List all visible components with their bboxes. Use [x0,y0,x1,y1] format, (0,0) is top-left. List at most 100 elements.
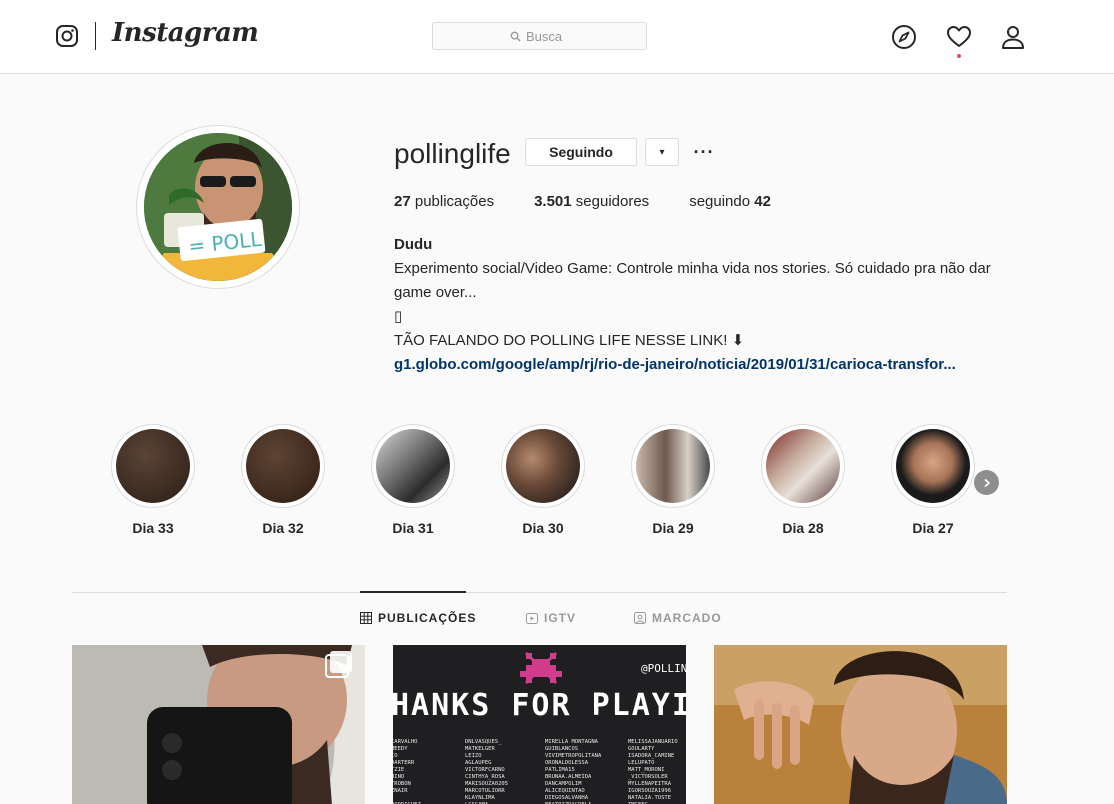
highlight-item[interactable]: Dia 29 [623,424,723,536]
highlight-thumbnail [766,429,840,503]
supporter-name: MARISOUZA0205 [465,781,508,787]
instagram-wordmark[interactable]: Instagram [112,18,259,48]
post-thumbnail[interactable]: @POLLIN HANKS FOR PLAYIN CARVALHO DNLVASQ… [393,645,686,804]
highlight-thumbnail [376,429,450,503]
supporter-name: DIEGOSALVANHA [545,795,589,801]
highlight-thumbnail [506,429,580,503]
bio-text: Experimento social/Video Game: Controle … [394,260,991,301]
supporter-name: NATALIA.TOSTE [628,795,671,801]
supporter-name: KLAYNLIMA [465,795,495,801]
profile-username: pollinglife [394,138,511,169]
highlight-thumbnail [246,429,320,503]
tab-igtv[interactable]: IGTV [526,611,576,625]
supporter-name: _VICTORSOLER [628,774,668,780]
supporter-name: VICTORFCARNO [465,767,505,773]
supporter-name: ALICEQUINTAO [545,788,585,794]
top-navigation-bar: Instagram [0,0,1114,74]
grid-icon [360,612,372,624]
supporter-name: MELISSAJANUARIO [628,739,678,745]
highlight-thumbnail [636,429,710,503]
bio-name: Dudu [394,236,433,253]
supporter-name: IGORSOUZA1996 [628,788,671,794]
bio-symbol: ▯ [394,308,403,325]
followers-stat[interactable]: 3.501 seguidores [534,193,649,210]
profile-bio: Dudu Experimento social/Video Game: Cont… [394,233,1004,377]
supporter-name: MATT_MORONI [628,767,664,773]
user-icon[interactable] [1000,24,1026,50]
highlight-label: Dia 27 [912,520,954,536]
posts-stat: 27 publicações [394,193,495,210]
igtv-icon [526,613,538,624]
tab-posts[interactable]: PUBLICAÇÕES [360,611,476,625]
supporter-name: DNLVASQUES_ [465,739,502,745]
notification-dot [957,54,961,58]
post2-handle: @POLLIN [641,662,686,675]
highlight-item[interactable]: Dia 27 [883,424,983,536]
supporter-name: TROBON [393,781,411,787]
story-highlights: Dia 33 Dia 32 Dia 31 Dia 30 Dia 29 Dia 2… [100,424,1010,544]
supporter-name: LEIZO [465,753,482,759]
profile-avatar[interactable]: = POLL [136,125,300,289]
highlight-label: Dia 33 [132,520,174,536]
supporter-name: DANCAMPOLIM [545,781,582,787]
bio-callout: TÃO FALANDO DO POLLING LIFE NESSE LINK! … [394,332,745,349]
highlight-label: Dia 29 [652,520,694,536]
compass-icon[interactable] [891,24,917,50]
multiple-photos-icon [330,651,352,673]
supporter-name: MEEDY [393,746,408,752]
highlight-item[interactable]: Dia 30 [493,424,593,536]
following-button[interactable]: Seguindo [525,138,637,166]
supporter-name: DARTERR [393,760,415,766]
logo-divider [95,22,96,50]
heart-icon[interactable] [946,24,972,58]
supporter-name: CINTHYA_ROSA [465,774,505,780]
search-input[interactable] [526,29,606,44]
highlight-item[interactable]: Dia 28 [753,424,853,536]
supporter-name: ISADORA_CAMINE [628,753,674,759]
supporter-name: TZIE [393,767,404,773]
highlight-item[interactable]: Dia 33 [103,424,203,536]
tagged-icon [634,612,646,624]
highlight-label: Dia 28 [782,520,824,536]
supporter-name: BINO [393,774,404,780]
supporter-name: ZNAIR [393,788,408,794]
supporter-name: MYLLENAPEITRA [628,781,672,787]
supporter-name: GOULARTY [628,746,655,752]
highlight-thumbnail [896,429,970,503]
post-thumbnail[interactable] [72,645,365,804]
supporter-name: BRUNAA.ALMEIDA [545,774,592,780]
chevron-right-icon [983,478,990,487]
post2-title: HANKS FOR PLAYIN [393,688,686,723]
highlight-thumbnail [116,429,190,503]
active-tab-indicator [360,591,466,593]
supporter-name: CARVALHO [393,739,418,745]
avatar-photo: = POLL [144,133,292,281]
supporter-name: AGLAUPEG [465,760,492,766]
supporter-name: MARCOTULIORR [465,788,505,794]
highlight-label: Dia 32 [262,520,304,536]
supporter-name: VIVIMETROPOLITANA [545,753,602,759]
highlight-item[interactable]: Dia 32 [233,424,333,536]
supporter-name: IO [393,753,398,759]
profile-stats: 27 publicações 3.501 seguidores seguindo… [394,193,811,210]
highlight-label: Dia 30 [522,520,564,536]
post-thumbnail[interactable] [714,645,1007,804]
highlight-item[interactable]: Dia 31 [363,424,463,536]
instagram-glyph-icon[interactable] [55,24,79,48]
tab-tagged[interactable]: MARCADO [634,611,722,625]
bio-link[interactable]: g1.globo.com/google/amp/rj/rio-de-janeir… [394,353,999,377]
tabs-divider [72,592,1007,593]
search-icon [510,31,521,42]
highlight-label: Dia 31 [392,520,434,536]
search-box[interactable] [432,22,647,50]
following-stat[interactable]: seguindo 42 [689,193,771,210]
supporter-name: ORONALDOLESSA [545,760,589,766]
more-options-button[interactable]: ··· [692,140,716,164]
supporter-name: MATKELGER [465,746,495,752]
supporter-name: GUIBLANCOS [545,746,578,752]
supporter-name: LELUPATO [628,760,655,766]
suggestions-dropdown-button[interactable]: ▾ [645,138,679,166]
highlights-next-button[interactable] [974,470,999,495]
supporter-name: PATLIMA15 [545,767,575,773]
supporter-name: MIRELLA MONTAGNA [545,739,599,745]
